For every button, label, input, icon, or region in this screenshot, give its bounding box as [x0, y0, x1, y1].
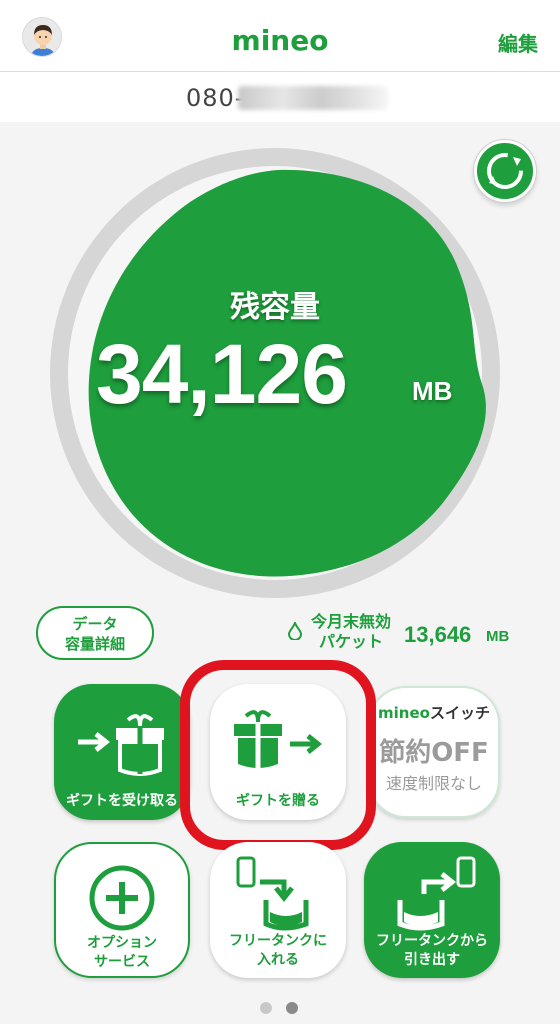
expiring-label-line1: 今月末無効	[310, 612, 391, 631]
tank-out-line2: 引き出す	[404, 952, 460, 968]
receive-gift-label: ギフトを受け取る	[66, 793, 178, 809]
option-service-label: オプション サービス	[56, 934, 188, 972]
page-indicator	[258, 1002, 302, 1016]
option-service-button[interactable]: オプション サービス	[54, 842, 190, 978]
refresh-icon	[487, 153, 523, 189]
freetank-withdraw-button[interactable]: フリータンクから 引き出す	[364, 842, 500, 978]
mineo-logo: mineo	[231, 24, 329, 57]
tank-in-line1: フリータンクに	[229, 933, 327, 949]
highlight-annotation	[180, 660, 376, 850]
tank-in-line2: 入れる	[257, 952, 299, 968]
mineo-switch-state: 節約OFF	[379, 738, 489, 768]
mineo-switch-button[interactable]: mineoスイッチ 節約OFF 速度制限なし	[368, 686, 500, 818]
page-dot-1[interactable]	[260, 1002, 272, 1014]
freetank-deposit-button[interactable]: フリータンクに 入れる	[210, 842, 346, 978]
option-label-line1: オプション	[87, 935, 157, 951]
edit-button[interactable]: 編集	[498, 28, 538, 57]
switch-title-text: スイッチ	[429, 704, 490, 722]
option-label-line2: サービス	[94, 954, 150, 970]
phone-number-text: 080-	[186, 84, 245, 112]
data-detail-line1: データ	[72, 615, 118, 633]
phone-number-redaction	[238, 86, 388, 110]
data-detail-line2: 容量詳細	[64, 635, 125, 653]
receive-gift-button[interactable]: ギフトを受け取る	[54, 684, 190, 820]
freetank-deposit-label: フリータンクに 入れる	[210, 932, 346, 970]
mineo-switch-desc: 速度制限なし	[385, 774, 482, 793]
expiring-packets-unit: MB	[486, 628, 510, 645]
water-drop-icon	[288, 622, 302, 640]
tank-out-line1: フリータンクから	[376, 933, 488, 949]
app-header: mineo 編集	[0, 0, 560, 72]
refresh-button[interactable]	[474, 140, 536, 202]
expiring-packets-label: 今月末無効 パケット	[304, 612, 398, 652]
remaining-unit: MB	[412, 376, 453, 406]
expiring-packets-value: 13,646	[404, 622, 472, 647]
data-detail-button[interactable]: データ 容量詳細	[36, 606, 154, 660]
page-dot-2[interactable]	[286, 1002, 298, 1014]
expiring-label-line2: パケット	[318, 632, 383, 651]
freetank-withdraw-label: フリータンクから 引き出す	[364, 932, 500, 970]
phone-number-row[interactable]: 080-	[0, 72, 560, 122]
gauge-text: 残容量 34,126 MB	[50, 148, 500, 598]
switch-brand: mineo	[378, 704, 430, 722]
remaining-value: 34,126	[96, 327, 348, 421]
mineo-switch-title: mineoスイッチ	[370, 702, 498, 723]
remaining-label: 残容量	[230, 290, 320, 325]
